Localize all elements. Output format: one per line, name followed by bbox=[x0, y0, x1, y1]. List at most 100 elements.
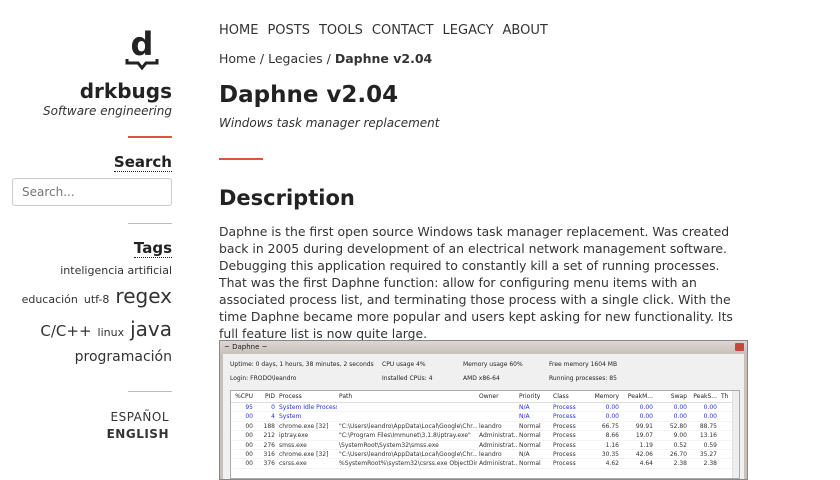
breadcrumb-legacies[interactable]: Legacies bbox=[268, 51, 323, 66]
table-cell: Process bbox=[553, 450, 576, 458]
table-cell: Class bbox=[553, 393, 569, 400]
table-row: 00 276 smss.exe \SystemRoot\System32\smss.e… bbox=[231, 441, 739, 450]
info-memory: Memory usage 60% bbox=[463, 361, 523, 368]
table-cell: Normal bbox=[519, 441, 541, 449]
nav-tools[interactable]: TOOLS bbox=[319, 23, 363, 38]
table-cell: 4.62 bbox=[605, 460, 619, 468]
site-tagline: Software engineering bbox=[43, 104, 172, 118]
info-arch: AMD x86-64 bbox=[463, 375, 500, 382]
tag-link[interactable]: linux bbox=[98, 326, 125, 339]
search-heading: Search bbox=[113, 153, 172, 172]
table-cell: PID bbox=[264, 393, 275, 400]
table-cell: N/A bbox=[519, 413, 530, 421]
table-cell: smss.exe bbox=[279, 441, 307, 449]
tag-link[interactable]: programación bbox=[75, 349, 172, 365]
tag-link[interactable]: C/C++ bbox=[40, 322, 91, 340]
table-cell: Th bbox=[721, 393, 729, 400]
table-cell: 188 bbox=[263, 422, 275, 430]
table-cell: Priority bbox=[519, 393, 541, 400]
table-cell: 212 bbox=[263, 432, 275, 440]
table-cell: N/A bbox=[519, 404, 530, 411]
site-name[interactable]: drkbugs bbox=[80, 79, 172, 103]
tag-link[interactable]: utf-8 bbox=[84, 293, 110, 306]
tag-link[interactable]: inteligencia artificial bbox=[60, 264, 172, 277]
table-cell: 1.16 bbox=[605, 441, 619, 449]
table-cell: Memory bbox=[594, 393, 619, 400]
table-row: 00 4 System N/A Process 0.00 0.00 0.00 0.00 bbox=[231, 412, 739, 422]
language-english[interactable]: ENGLISH bbox=[107, 427, 169, 441]
divider bbox=[128, 391, 172, 392]
table-cell: 0.52 bbox=[673, 441, 687, 449]
table-cell: 2.38 bbox=[703, 460, 717, 468]
table-cell: 30.35 bbox=[601, 450, 619, 458]
table-cell: 8.66 bbox=[605, 432, 619, 440]
table-cell: leandro bbox=[479, 450, 502, 458]
table-cell: 66.75 bbox=[601, 422, 619, 430]
table-cell: 00 bbox=[245, 413, 253, 421]
page-title: Daphne v2.04 bbox=[219, 82, 399, 108]
table-cell: 0.00 bbox=[673, 404, 687, 411]
breadcrumb-home[interactable]: Home bbox=[219, 51, 256, 66]
table-cell: Process bbox=[553, 432, 576, 440]
table-cell bbox=[337, 412, 477, 420]
table-cell: 0 bbox=[271, 404, 275, 411]
nav-about[interactable]: ABOUT bbox=[503, 23, 548, 38]
table-cell: 0.00 bbox=[703, 413, 717, 421]
table-cell: Process bbox=[553, 422, 576, 430]
info-cpus: Installed CPUs: 4 bbox=[382, 375, 433, 382]
divider bbox=[128, 136, 172, 138]
nav-posts[interactable]: POSTS bbox=[267, 23, 310, 38]
table-cell: Process bbox=[553, 441, 576, 449]
info-free-memory: Free memory 1604 MB bbox=[549, 361, 618, 368]
table-cell: %CPU bbox=[235, 393, 253, 400]
table-cell bbox=[477, 412, 517, 420]
daphne-screenshot: ~ Daphne ~ Uptime: 0 days, 1 hours, 38 m… bbox=[219, 340, 748, 480]
table-cell: "C:\Users\leandro\AppData\Local\Google\C… bbox=[339, 450, 477, 458]
table-cell: 0.59 bbox=[703, 441, 717, 449]
table-cell: 52.80 bbox=[669, 422, 687, 430]
table-cell: 13.16 bbox=[699, 432, 717, 440]
table-cell bbox=[477, 403, 517, 411]
scrollbar bbox=[732, 391, 739, 478]
info-processes: Running processes: 85 bbox=[549, 375, 617, 382]
table-cell: Process bbox=[553, 413, 576, 421]
nav-legacy[interactable]: LEGACY bbox=[443, 23, 494, 38]
table-cell: Normal bbox=[519, 460, 541, 468]
logo-icon[interactable]: d bbox=[122, 28, 162, 72]
breadcrumb: Home / Legacies / Daphne v2.04 bbox=[219, 51, 433, 66]
table-header: %CPU PID Process Path Owner Priority Class Memo… bbox=[231, 391, 739, 403]
table-cell: 00 bbox=[245, 460, 253, 468]
table-cell: PeakS... bbox=[693, 393, 717, 400]
table-cell: N/A bbox=[519, 450, 530, 458]
table-cell: iptray.exe bbox=[279, 432, 309, 440]
tag-link[interactable]: regex bbox=[115, 284, 172, 308]
tag-link[interactable]: java bbox=[130, 317, 172, 341]
window-title: ~ Daphne ~ bbox=[220, 341, 747, 354]
table-cell: 4.64 bbox=[639, 460, 653, 468]
nav-contact[interactable]: CONTACT bbox=[372, 23, 434, 38]
table-cell bbox=[337, 403, 477, 411]
table-cell: Process bbox=[279, 393, 302, 400]
table-cell: Administrat... bbox=[479, 432, 517, 440]
table-cell: 376 bbox=[263, 460, 275, 468]
tag-link[interactable]: educación bbox=[22, 293, 78, 306]
nav-home[interactable]: HOME bbox=[219, 23, 258, 38]
table-cell: 00 bbox=[245, 441, 253, 449]
table-cell: 276 bbox=[263, 441, 275, 449]
table-cell: 0.00 bbox=[605, 404, 619, 411]
top-nav: HOME POSTS TOOLS CONTACT LEGACY ABOUT bbox=[219, 23, 557, 38]
table-cell: 00 bbox=[245, 450, 253, 458]
language-spanish[interactable]: ESPAÑOL bbox=[111, 410, 169, 424]
table-row: 00 316 chrome.exe [32] "C:\Users\leandro\Ap… bbox=[231, 450, 739, 460]
table-cell: 95 bbox=[245, 404, 253, 411]
table-cell: Administrat... bbox=[479, 441, 517, 449]
search-input[interactable] bbox=[12, 178, 172, 206]
svg-text:d: d bbox=[131, 28, 154, 63]
table-cell: Process bbox=[553, 460, 576, 468]
info-uptime: Uptime: 0 days, 1 hours, 38 minutes, 2 s… bbox=[230, 361, 374, 368]
table-cell: 26.70 bbox=[669, 450, 687, 458]
close-icon bbox=[735, 343, 744, 351]
table-cell: 88.75 bbox=[699, 422, 717, 430]
table-cell: 00 bbox=[245, 422, 253, 430]
description-paragraph: Daphne is the first open source Windows … bbox=[219, 224, 733, 341]
